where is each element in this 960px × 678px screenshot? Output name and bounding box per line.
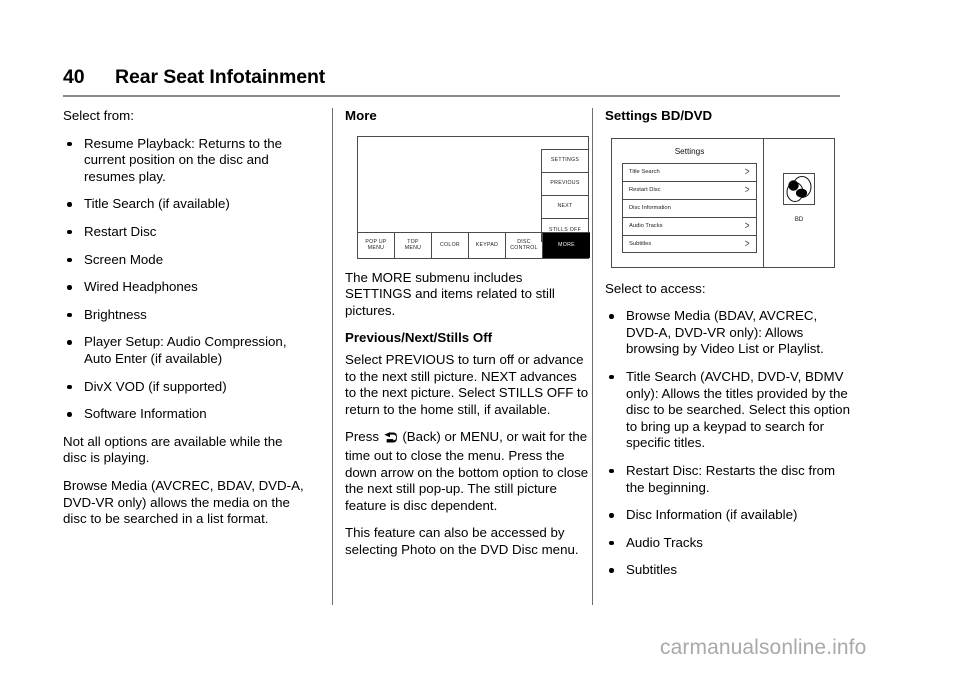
settings-panel-title: Settings bbox=[674, 146, 705, 156]
list-item: Audio Tracks bbox=[605, 535, 850, 552]
blu-ray-disc-icon bbox=[783, 172, 815, 205]
col2-heading: More bbox=[345, 108, 377, 123]
btn-line-1: MORE bbox=[558, 241, 575, 248]
list-item: Player Setup: Audio Compression, Auto En… bbox=[63, 334, 308, 367]
column-divider-2 bbox=[592, 108, 593, 605]
list-item: Resume Playback: Returns to the current … bbox=[63, 136, 308, 186]
list-item: Brightness bbox=[63, 307, 308, 324]
more-side-button-settings: SETTINGS bbox=[542, 150, 588, 173]
settings-item-audio-tracks: Audio Tracks > bbox=[622, 217, 757, 236]
more-bottom-button-color: COLOR bbox=[432, 232, 469, 258]
settings-item-restart-disc: Restart Disc > bbox=[622, 181, 757, 200]
list-item: DivX VOD (if supported) bbox=[63, 379, 308, 396]
col3-bullet-list: Browse Media (BDAV, AVCREC, DVD-A, DVD-V… bbox=[605, 308, 850, 579]
list-item: Title Search (AVCHD, DVD-V, BDMV only): … bbox=[605, 369, 850, 452]
list-item: Restart Disc: Restarts the disc from the… bbox=[605, 463, 850, 496]
col3-heading: Settings BD/DVD bbox=[605, 108, 713, 123]
column-divider-1 bbox=[332, 108, 333, 605]
list-item: Screen Mode bbox=[63, 252, 308, 269]
header-rule bbox=[63, 95, 840, 97]
settings-item-label: Title Search bbox=[629, 169, 660, 176]
chevron-right-icon: > bbox=[744, 220, 750, 233]
chevron-right-icon: > bbox=[744, 184, 750, 197]
more-bottom-button-top-menu: TOP MENU bbox=[395, 232, 432, 258]
btn-line-2: MENU bbox=[404, 245, 422, 252]
col2-paragraph-2: Select PREVIOUS to turn off or advance t… bbox=[345, 351, 589, 417]
settings-item-subtitles: Subtitles > bbox=[622, 235, 757, 254]
list-item: Software Information bbox=[63, 406, 308, 423]
page-header: 40 Rear Seat Infotainment bbox=[63, 66, 840, 97]
col1-intro: Select from: bbox=[63, 108, 134, 123]
page-number: 40 bbox=[63, 66, 85, 88]
chevron-right-icon: > bbox=[744, 166, 750, 179]
more-bottom-button-pop-up-menu: POP UP MENU bbox=[358, 232, 395, 258]
settings-figure: Settings Title Search > Restart Disc > D… bbox=[611, 137, 835, 268]
btn-line-2: CONTROL bbox=[510, 245, 538, 252]
more-side-button-next: NEXT bbox=[542, 196, 588, 219]
content-columns: Select from: Resume Playback: Returns to… bbox=[63, 108, 863, 618]
settings-item-disc-information: Disc Information bbox=[622, 199, 757, 218]
site-watermark: carmanualsonline.info bbox=[660, 636, 867, 659]
col2-para3-before: Press bbox=[345, 429, 383, 445]
list-item: Restart Disc bbox=[63, 224, 308, 241]
settings-panel: Settings Title Search > Restart Disc > D… bbox=[612, 138, 764, 267]
more-bottom-button-more-highlighted: MORE bbox=[543, 232, 590, 258]
more-menu-figure: SETTINGS PREVIOUS NEXT STILLS OFF POP UP… bbox=[357, 135, 590, 259]
more-side-button-previous: PREVIOUS bbox=[542, 173, 588, 196]
btn-line-2: MENU bbox=[367, 245, 385, 252]
manual-page: 40 Rear Seat Infotainment Select from: R… bbox=[0, 0, 960, 678]
disc-type-label: BD bbox=[794, 215, 804, 223]
col1-bullet-list: Resume Playback: Returns to the current … bbox=[63, 136, 308, 423]
col1-paragraph-2: Browse Media (AVCREC, BDAV, DVD-A, DVD-V… bbox=[63, 477, 304, 527]
column-1: Select from: Resume Playback: Returns to… bbox=[63, 108, 308, 539]
col2-subheading: Previous/Next/Stills Off bbox=[345, 330, 493, 346]
header-row: 40 Rear Seat Infotainment bbox=[63, 66, 840, 89]
more-bottom-button-keypad: KEYPAD bbox=[469, 232, 506, 258]
settings-disc-area: BD bbox=[764, 139, 834, 267]
more-side-button-group: SETTINGS PREVIOUS NEXT STILLS OFF bbox=[541, 148, 588, 242]
more-bottom-button-group: POP UP MENU TOP MENU COLOR KEYPAD DISC C… bbox=[358, 231, 590, 258]
list-item: Title Search (if available) bbox=[63, 196, 308, 213]
list-item: Browse Media (BDAV, AVCREC, DVD-A, DVD-V… bbox=[605, 308, 850, 358]
column-3: Settings BD/DVD Settings Title Search > … bbox=[605, 108, 850, 590]
col2-paragraph-4: This feature can also be accessed by sel… bbox=[345, 525, 579, 557]
back-arrow-icon bbox=[383, 431, 397, 448]
settings-item-label: Disc Information bbox=[629, 205, 671, 212]
page-title: Rear Seat Infotainment bbox=[115, 66, 326, 88]
list-item: Disc Information (if available) bbox=[605, 507, 850, 524]
btn-line-1: KEYPAD bbox=[475, 241, 499, 248]
settings-item-label: Subtitles bbox=[629, 240, 652, 247]
col3-intro: Select to access: bbox=[605, 280, 706, 296]
col2-paragraph-1: The MORE submenu includes SETTINGS and i… bbox=[345, 269, 555, 318]
more-bottom-button-disc-control: DISC CONTROL bbox=[506, 232, 543, 258]
list-item: Wired Headphones bbox=[63, 279, 308, 296]
chevron-right-icon: > bbox=[744, 237, 750, 250]
settings-item-title-search: Title Search > bbox=[622, 163, 757, 182]
col2-paragraph-3: Press (Back) or MENU, or wait for the ti… bbox=[345, 429, 590, 514]
list-item: Subtitles bbox=[605, 562, 850, 579]
column-2: More SETTINGS PREVIOUS NEXT STILLS OFF P… bbox=[345, 108, 590, 570]
settings-item-label: Restart Disc bbox=[629, 187, 661, 194]
btn-line-1: COLOR bbox=[440, 241, 460, 248]
col1-paragraph-1: Not all options are available while the … bbox=[63, 433, 283, 466]
settings-item-label: Audio Tracks bbox=[629, 223, 663, 230]
